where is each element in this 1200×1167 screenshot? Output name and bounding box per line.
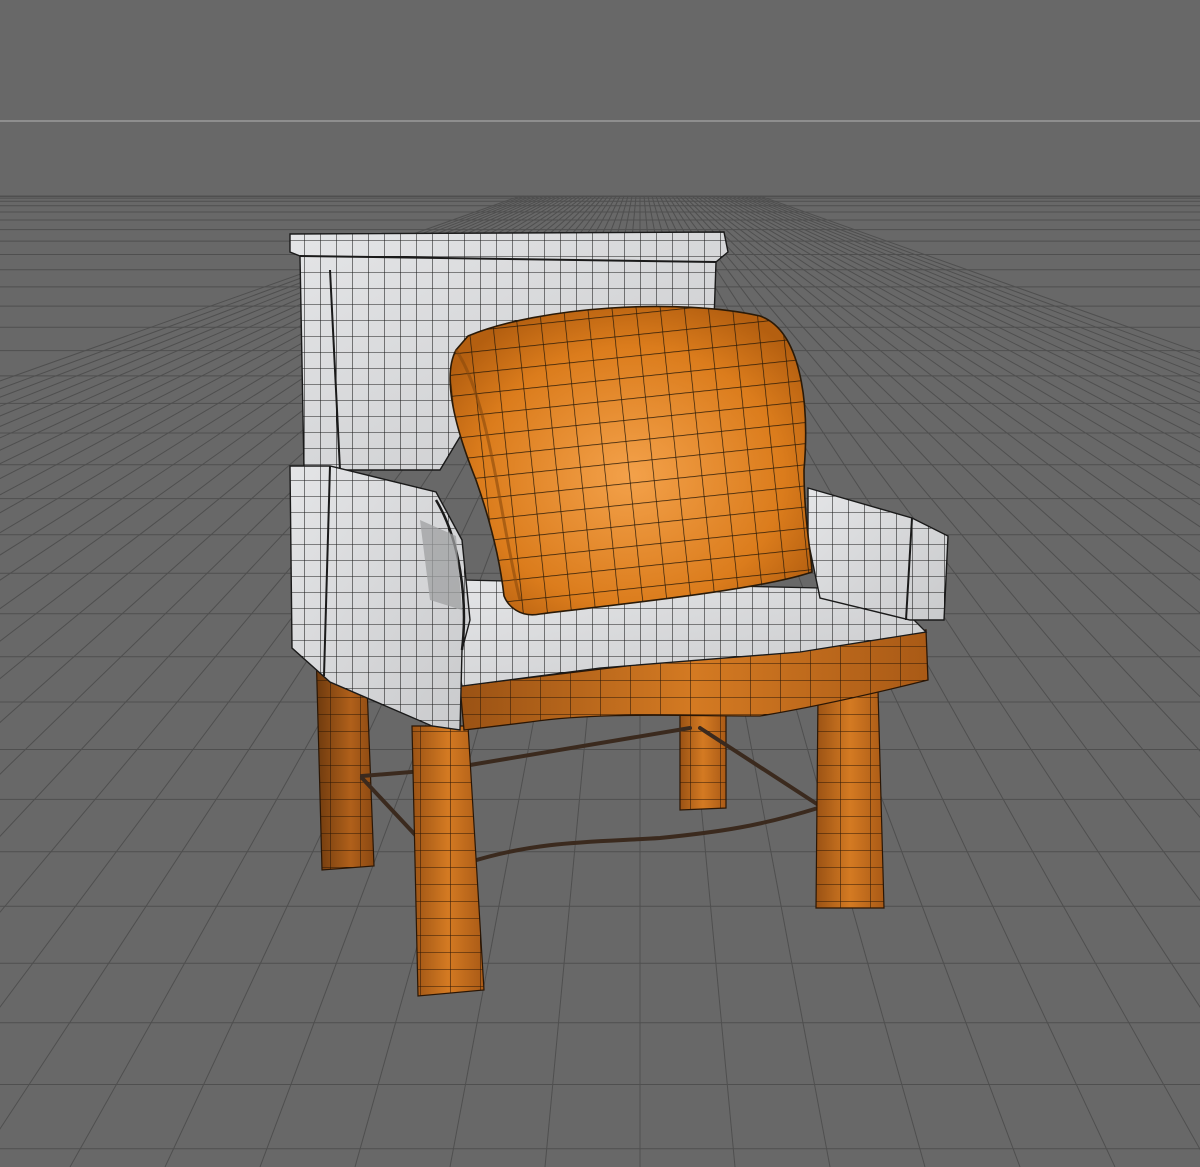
back-pillow[interactable] [449, 305, 813, 616]
front-left-leg[interactable] [411, 725, 485, 997]
front-right-leg[interactable] [815, 689, 885, 909]
3d-viewport[interactable] [0, 0, 1200, 1167]
viewport-canvas[interactable] [0, 0, 1200, 1167]
right-armrest[interactable] [807, 487, 949, 621]
chair-model[interactable] [289, 231, 949, 997]
